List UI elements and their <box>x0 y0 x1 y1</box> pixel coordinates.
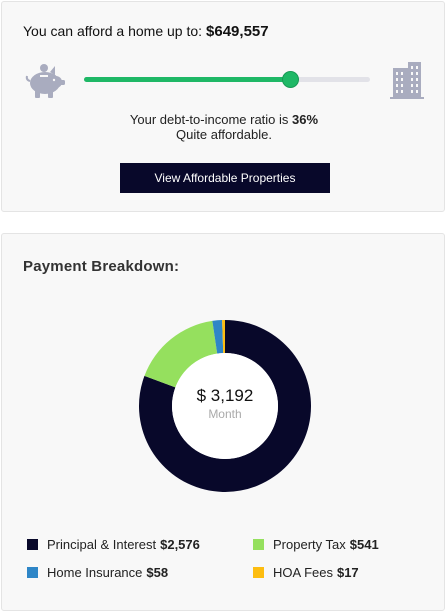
legend-value: $541 <box>349 537 379 552</box>
legend-swatch <box>253 539 264 550</box>
legend-home-insurance: Home Insurance $58 <box>27 565 168 580</box>
period-label: Month <box>208 407 242 421</box>
afford-prefix: You can afford a home up to: <box>23 23 203 39</box>
debt-to-income-text: Your debt-to-income ratio is 36% <box>2 112 446 127</box>
piggy-bank-icon <box>25 64 65 98</box>
affordability-note: Quite affordable. <box>176 127 272 142</box>
dti-value: 36% <box>292 112 319 127</box>
building-icon <box>390 62 424 99</box>
legend-swatch <box>253 567 264 578</box>
affordability-card: You can afford a home up to: $649,557 Yo… <box>1 1 445 212</box>
afford-heading: You can afford a home up to: $649,557 <box>23 23 269 40</box>
breakdown-title: Payment Breakdown: <box>23 258 180 275</box>
legend-value: $17 <box>336 565 359 580</box>
payment-donut-chart <box>139 320 311 492</box>
legend-property-tax: Property Tax $541 <box>253 537 379 552</box>
legend-label: HOA Fees <box>273 565 333 580</box>
legend-swatch <box>27 567 38 578</box>
monthly-total: $ 3,192 <box>196 386 254 405</box>
legend-swatch <box>27 539 38 550</box>
legend-value: $2,576 <box>160 537 200 552</box>
payment-breakdown-card: Payment Breakdown: $ 3,192 Month Princip… <box>1 233 445 611</box>
legend-hoa-fees: HOA Fees $17 <box>253 565 359 580</box>
view-affordable-properties-button[interactable]: View Affordable Properties <box>120 163 330 193</box>
affordability-slider[interactable] <box>84 71 370 88</box>
legend-principal-interest: Principal & Interest $2,576 <box>27 537 200 552</box>
slider-handle[interactable] <box>281 71 299 88</box>
donut-center <box>172 353 278 459</box>
dti-prefix: Your debt-to-income ratio is <box>129 112 289 127</box>
legend-value: $58 <box>146 565 169 580</box>
legend-label: Home Insurance <box>47 565 143 580</box>
legend-label: Principal & Interest <box>47 537 157 552</box>
legend-label: Property Tax <box>273 537 346 552</box>
slider-fill <box>84 77 290 82</box>
afford-amount: $649,557 <box>206 23 269 40</box>
